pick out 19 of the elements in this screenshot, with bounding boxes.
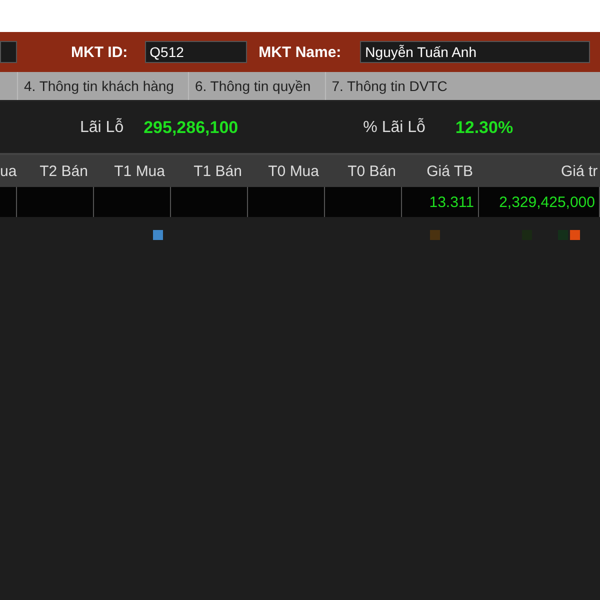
- profit-loss-value: 295,286,100: [144, 118, 238, 138]
- mkt-id-field[interactable]: Q512: [144, 41, 247, 63]
- table-cell: 13.311: [402, 187, 479, 217]
- mkt-id-label: MKT ID:: [71, 44, 128, 60]
- mkt-name-field[interactable]: Nguyễn Tuấn Anh: [360, 41, 590, 63]
- profit-loss-label: Lãi Lỗ: [80, 118, 124, 136]
- table-cell: 2,329,425,000: [479, 187, 600, 217]
- column-header: T2 Bán: [40, 162, 88, 180]
- column-header: T0 Mua: [268, 162, 319, 180]
- profit-loss-percent-value: 12.30%: [455, 118, 514, 138]
- column-header: Giá tr: [561, 162, 598, 180]
- column-header: T1 Bán: [194, 162, 242, 180]
- column-header: T0 Bán: [348, 162, 396, 180]
- text-field[interactable]: [0, 41, 17, 63]
- profit-loss-percent-label: % Lãi Lỗ: [363, 118, 426, 136]
- column-header: Giá TB: [426, 162, 473, 180]
- column-header: T1 Mua: [114, 162, 165, 180]
- column-header: ua: [0, 162, 17, 180]
- mkt-name-label: MKT Name:: [258, 44, 342, 60]
